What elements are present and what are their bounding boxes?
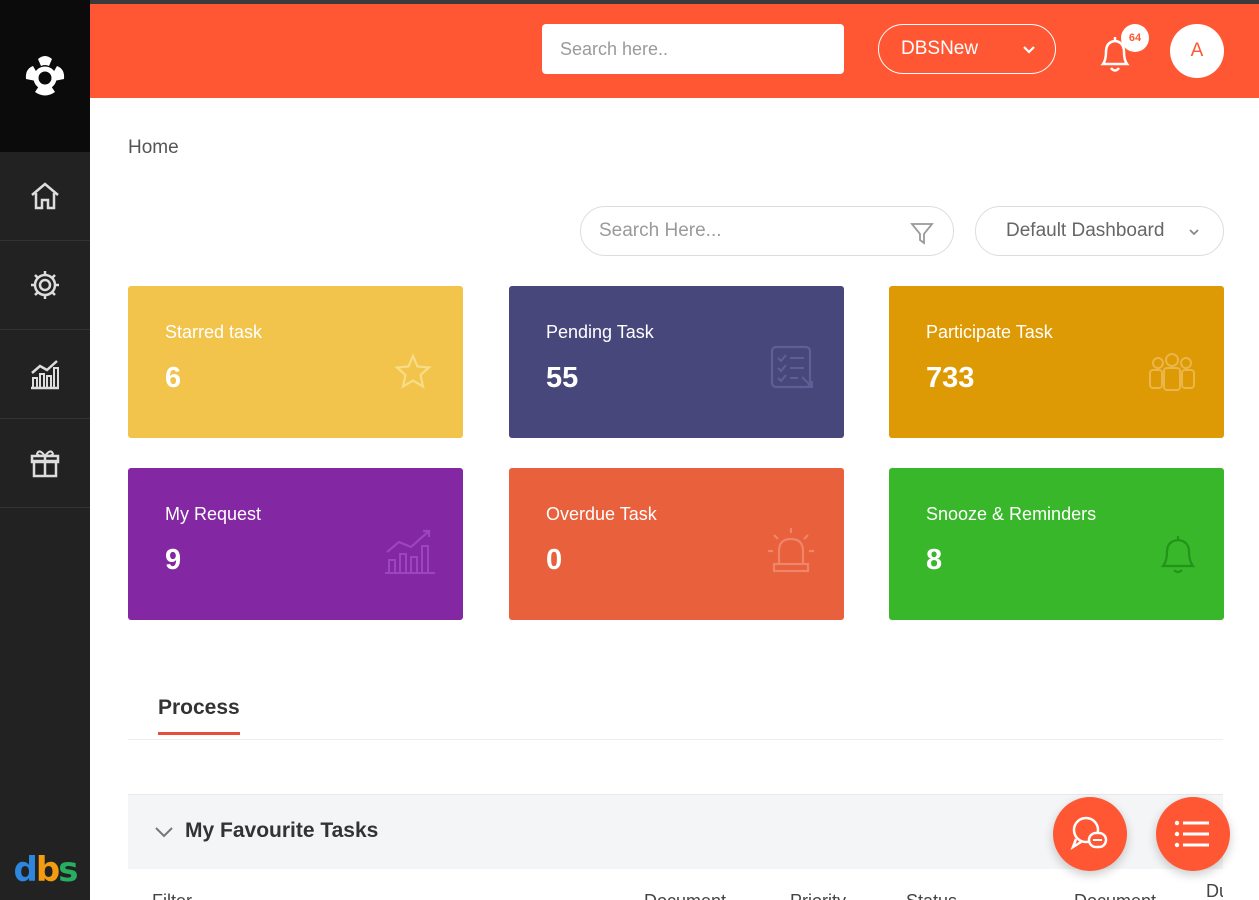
chevron-down-icon — [1023, 46, 1035, 54]
checklist-icon — [770, 345, 813, 389]
sidebar-item-gifts[interactable] — [0, 419, 90, 508]
app-logo[interactable] — [0, 0, 90, 152]
home-icon — [31, 182, 59, 210]
card-value: 9 — [165, 544, 182, 576]
sidebar-item-settings[interactable] — [0, 241, 90, 330]
sidebar: dbs — [0, 0, 90, 900]
organization-select[interactable]: DBSNew — [878, 24, 1056, 74]
card-value: 733 — [926, 362, 975, 394]
chat-button[interactable] — [1053, 797, 1127, 871]
card-label: Overdue Task — [546, 504, 657, 524]
favourite-tasks-title: My Favourite Tasks — [185, 819, 379, 842]
card-value: 6 — [165, 362, 182, 394]
menu-icon — [1174, 820, 1209, 848]
column-header: Document — [1074, 891, 1156, 900]
card-overdue-task[interactable]: Overdue Task 0 — [509, 468, 844, 620]
group-icon — [1149, 353, 1195, 391]
card-participate-task[interactable]: Participate Task 733 — [889, 286, 1224, 438]
gift-icon — [30, 450, 60, 478]
card-label: Participate Task — [926, 322, 1053, 342]
dashboard-select[interactable]: Default Dashboard — [975, 206, 1224, 256]
card-value: 55 — [546, 362, 579, 394]
tab-process[interactable]: Process — [158, 696, 240, 735]
dashboard-search-input[interactable] — [581, 207, 881, 255]
breadcrumb[interactable]: Home — [128, 137, 179, 159]
growth-chart-icon — [385, 529, 435, 574]
siren-icon — [768, 528, 814, 573]
filter-icon[interactable] — [909, 220, 935, 246]
column-header: Priority — [790, 891, 846, 900]
sidebar-item-reports[interactable] — [0, 330, 90, 419]
dashboard-select-value: Default Dashboard — [1006, 220, 1165, 241]
card-starred-task[interactable]: Starred task 6 — [128, 286, 463, 438]
global-search-input[interactable] — [542, 24, 844, 74]
tab-bar: Process — [128, 696, 1223, 740]
dashboard-search — [580, 206, 954, 256]
star-icon — [394, 353, 432, 389]
column-header: Status — [906, 891, 957, 900]
card-my-request[interactable]: My Request 9 — [128, 468, 463, 620]
gear-icon — [31, 271, 59, 299]
notification-badge: 64 — [1121, 24, 1149, 52]
card-label: My Request — [165, 504, 262, 524]
chart-icon — [31, 360, 59, 390]
bell-icon — [1160, 536, 1196, 574]
card-value: 0 — [546, 544, 563, 576]
chat-icon — [1070, 816, 1108, 851]
menu-button[interactable] — [1156, 797, 1230, 871]
card-value: 8 — [926, 544, 943, 576]
chevron-down-icon — [155, 827, 173, 838]
top-bar: DBSNew 64 A — [90, 0, 1259, 98]
card-label: Snooze & Reminders — [926, 504, 1097, 524]
gear-logo-icon — [25, 56, 65, 96]
card-label: Starred task — [165, 322, 263, 342]
user-avatar[interactable]: A — [1170, 24, 1224, 78]
column-header: Du — [1206, 881, 1223, 900]
card-pending-task[interactable]: Pending Task 55 — [509, 286, 844, 438]
card-snooze-reminders[interactable]: Snooze & Reminders 8 — [889, 468, 1224, 620]
card-label: Pending Task — [546, 322, 654, 342]
chevron-down-icon — [1189, 229, 1199, 236]
column-header: Document — [644, 891, 726, 900]
column-header: Filter — [152, 891, 192, 900]
sidebar-item-home[interactable] — [0, 152, 90, 241]
brand-logo: dbs — [13, 850, 79, 890]
favourite-tasks-table-header: Filter Document Priority Status Document… — [128, 869, 1223, 900]
organization-select-value: DBSNew — [901, 38, 979, 59]
